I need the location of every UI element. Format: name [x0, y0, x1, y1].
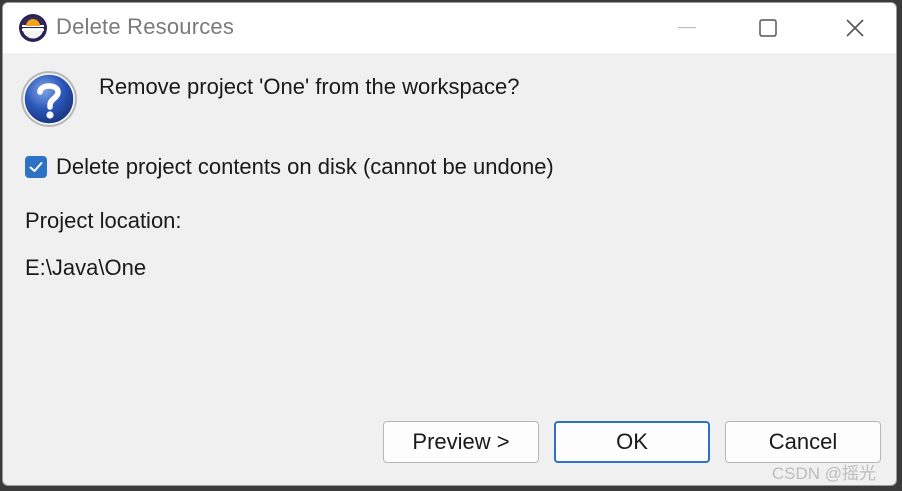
- delete-contents-checkbox[interactable]: [25, 156, 47, 178]
- maximize-icon: [759, 19, 777, 37]
- ok-button[interactable]: OK: [554, 421, 710, 463]
- minimize-button[interactable]: [655, 3, 719, 53]
- project-location-value: E:\Java\One: [25, 255, 147, 280]
- cancel-button[interactable]: Cancel: [725, 421, 881, 463]
- confirmation-message: Remove project 'One' from the workspace?: [99, 74, 520, 99]
- project-location-label: Project location:: [25, 208, 182, 233]
- delete-resources-dialog: Delete Resources Remove project 'One' fr…: [2, 2, 897, 486]
- eclipse-icon: [18, 13, 48, 43]
- title-bar[interactable]: Delete Resources: [3, 3, 896, 53]
- close-button[interactable]: [823, 3, 887, 53]
- preview-button[interactable]: Preview >: [383, 421, 539, 463]
- maximize-button[interactable]: [736, 3, 800, 53]
- question-icon: [19, 69, 79, 129]
- delete-contents-option[interactable]: Delete project contents on disk (cannot …: [25, 154, 554, 180]
- watermark: CSDN @摇光: [771, 464, 876, 483]
- close-icon: [846, 19, 864, 37]
- delete-contents-label[interactable]: Delete project contents on disk (cannot …: [56, 154, 554, 180]
- checkmark-icon: [29, 162, 43, 172]
- window-title: Delete Resources: [56, 14, 235, 39]
- minimize-icon: [678, 27, 696, 29]
